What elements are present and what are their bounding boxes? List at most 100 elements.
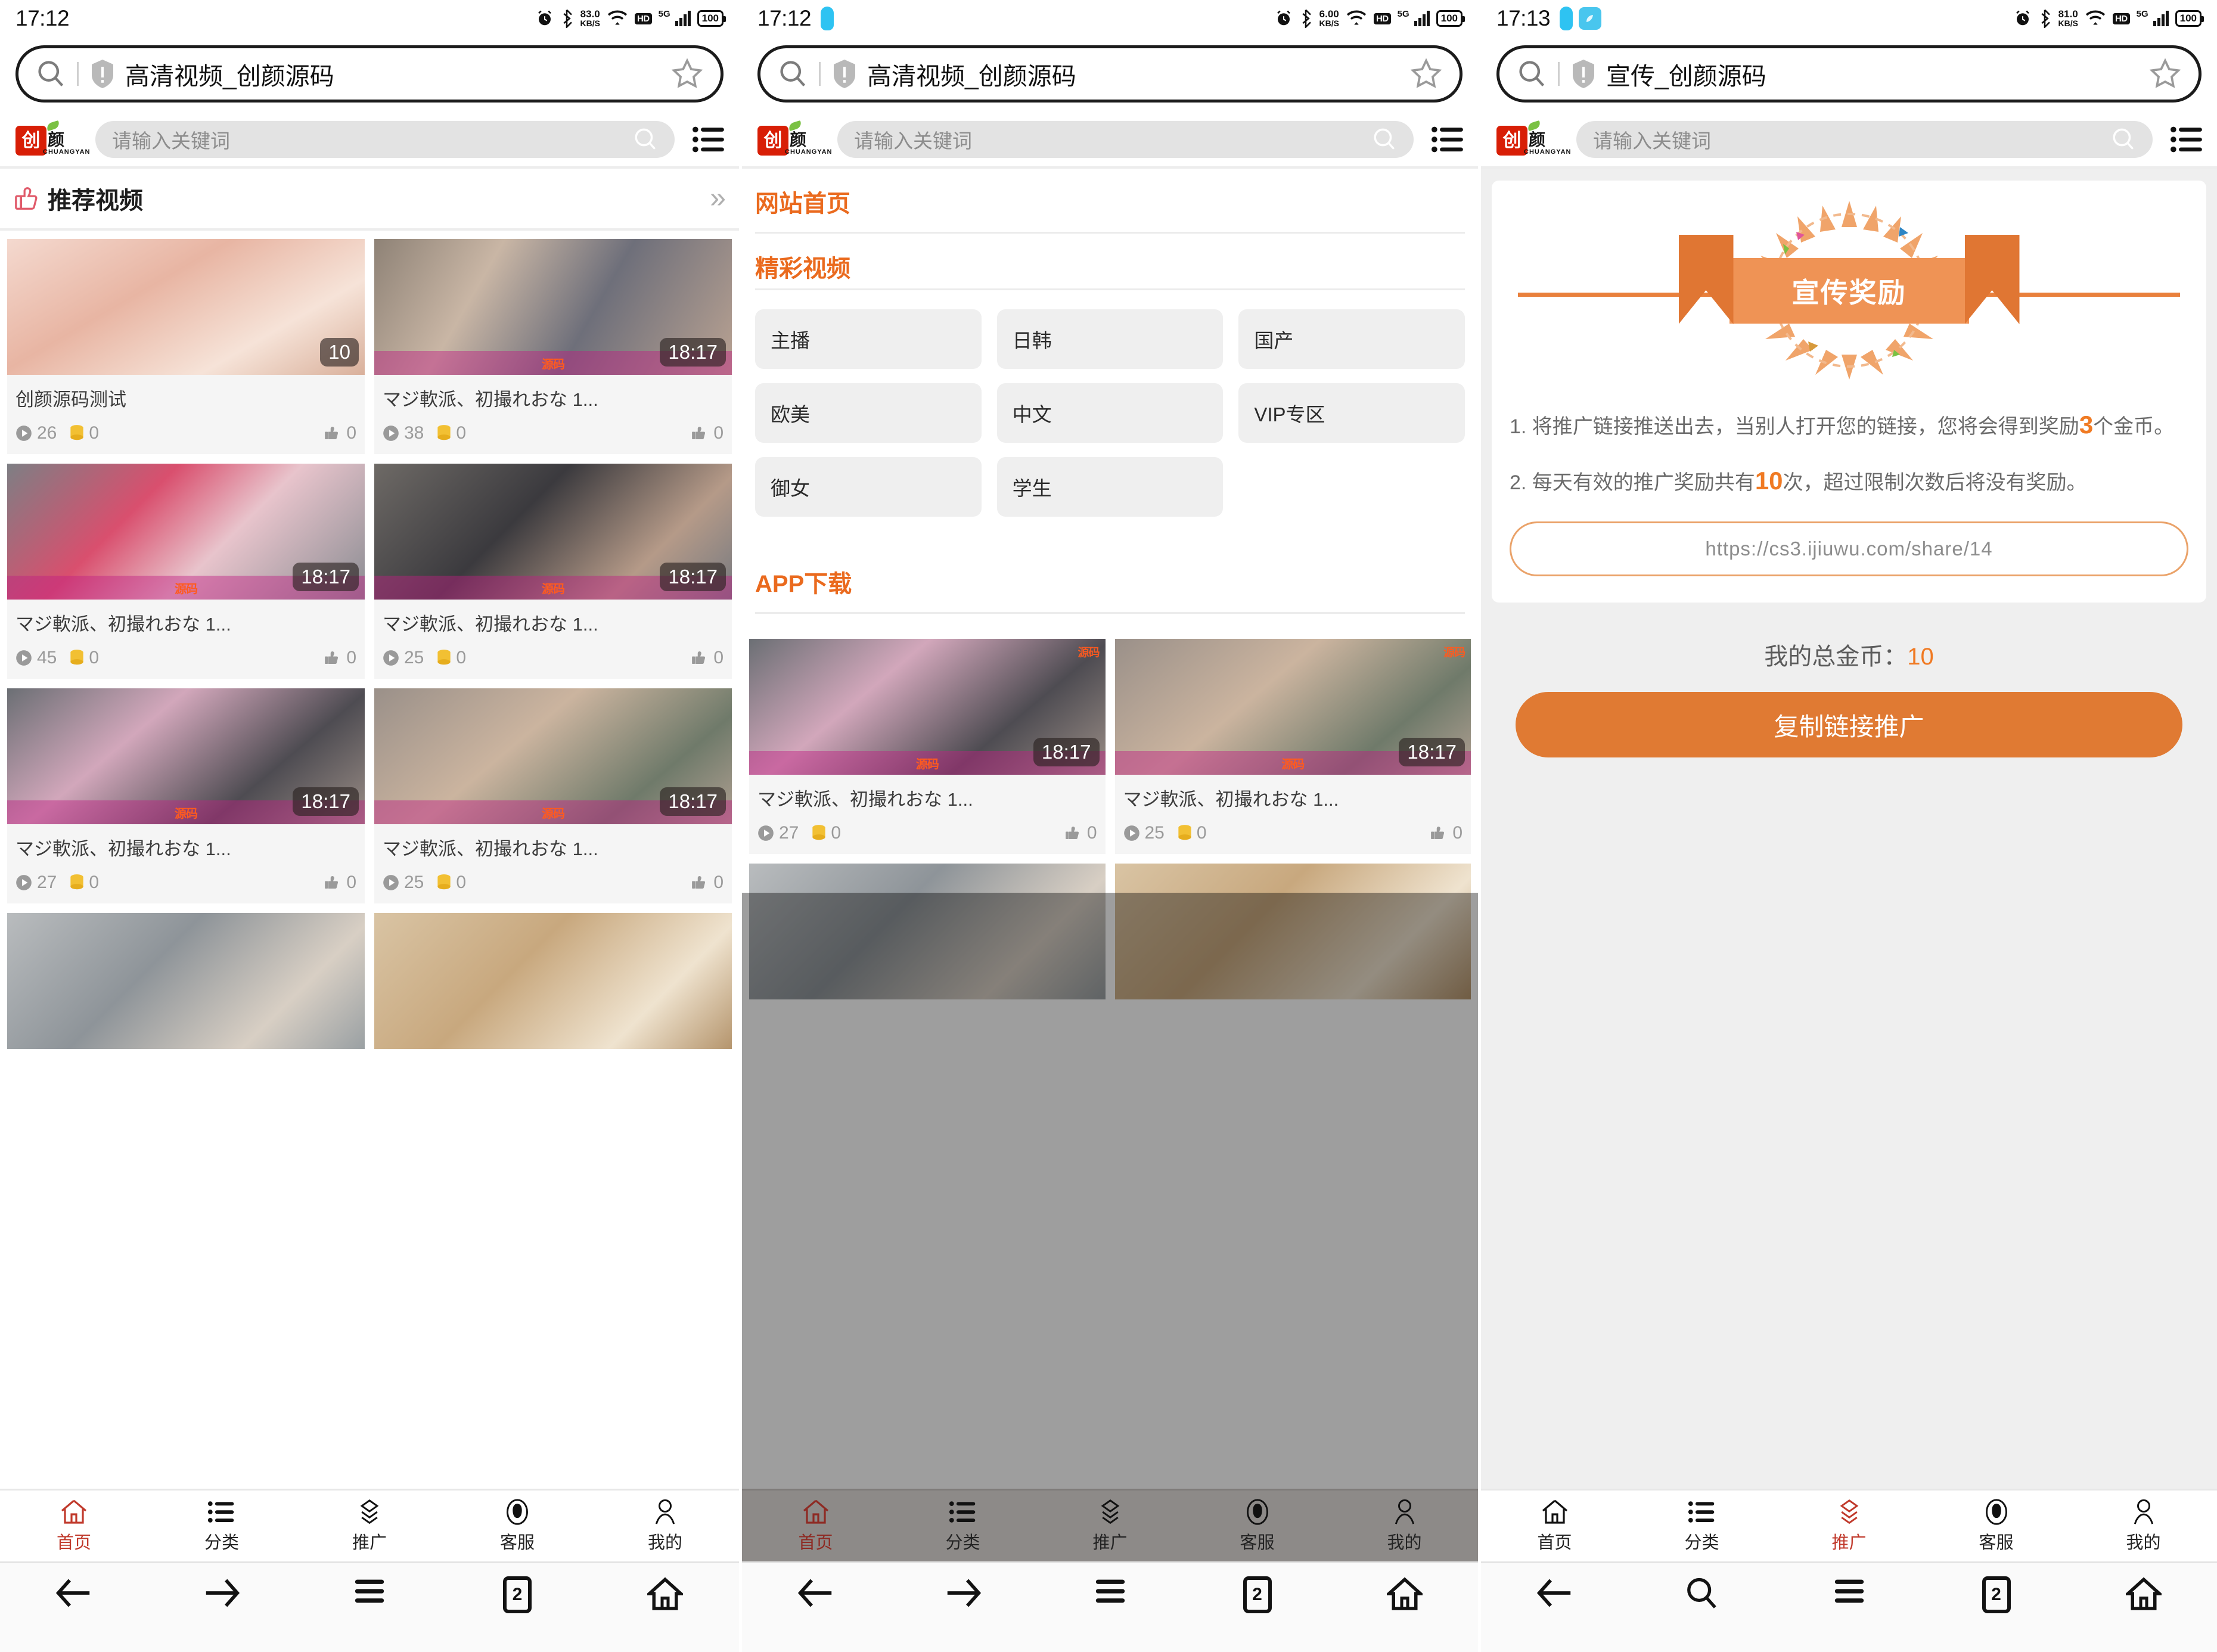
site-search-input[interactable]: 请输入关键词 (837, 121, 1414, 158)
search-icon[interactable] (633, 127, 658, 152)
browser-menu-button[interactable] (1036, 1576, 1184, 1606)
video-thumbnail[interactable]: 源码 18:17 (374, 688, 732, 824)
video-thumbnail[interactable]: 源码 源码 18:17 (749, 639, 1106, 775)
video-title[interactable]: マジ軟派、初撮れおな 1... (383, 384, 724, 411)
browser-back-button[interactable] (0, 1576, 148, 1610)
browser-tabs-button[interactable]: 2 (443, 1576, 591, 1613)
menu-icon[interactable] (691, 125, 726, 154)
site-search-input[interactable]: 请输入关键词 (95, 121, 675, 158)
tab-promote[interactable]: 推广 (1036, 1490, 1184, 1561)
shield-warning-icon[interactable] (831, 58, 858, 89)
category-chip[interactable]: VIP专区 (1238, 383, 1465, 443)
menu-icon[interactable] (1430, 125, 1465, 154)
video-card[interactable]: 源码 源码 18:17 マジ軟派、初撮れおな 1... 27 0 (749, 639, 1106, 854)
tab-categories[interactable]: 分类 (1628, 1490, 1775, 1561)
video-thumbnail[interactable]: 源码 18:17 (374, 239, 732, 375)
category-section-home[interactable]: 网站首页 (755, 169, 1465, 234)
video-card[interactable] (1115, 864, 1471, 999)
tab-categories[interactable]: 分类 (889, 1490, 1036, 1561)
video-thumbnail[interactable]: 源码 18:17 (374, 464, 732, 600)
video-thumbnail[interactable] (7, 913, 365, 1049)
video-card[interactable] (7, 913, 365, 1049)
category-section-title[interactable]: 网站首页 (755, 184, 1465, 219)
browser-tabs-button[interactable]: 2 (1923, 1576, 2070, 1613)
browser-home-button[interactable] (591, 1576, 739, 1611)
tab-mine[interactable]: 我的 (2070, 1490, 2217, 1561)
category-chip[interactable]: 欧美 (755, 383, 982, 443)
browser-forward-button[interactable] (148, 1576, 296, 1610)
category-section-title[interactable]: APP下载 (755, 564, 1465, 599)
tab-home[interactable]: 首页 (1481, 1490, 1628, 1561)
video-title[interactable]: マジ軟派、初撮れおな 1... (1123, 784, 1463, 811)
url-title[interactable]: 高清视频_创颜源码 (125, 56, 334, 92)
tab-promote[interactable]: 推广 (296, 1490, 443, 1561)
site-logo[interactable]: 创 颜CHUANGYAN (755, 121, 821, 158)
category-chip[interactable]: 主播 (755, 309, 982, 369)
browser-search-button[interactable] (1628, 1576, 1775, 1611)
search-icon[interactable] (2111, 127, 2136, 152)
category-chip[interactable]: 国产 (1238, 309, 1465, 369)
tab-home[interactable]: 首页 (0, 1490, 148, 1561)
menu-icon[interactable] (2169, 125, 2204, 154)
video-thumbnail[interactable]: 源码 源码 18:17 (1115, 639, 1471, 775)
search-icon[interactable] (35, 58, 66, 89)
url-title[interactable]: 宣传_创颜源码 (1606, 56, 1766, 92)
video-card[interactable]: 源码 18:17 マジ軟派、初撮れおな 1... 25 0 0 (374, 688, 732, 903)
star-icon[interactable] (2148, 57, 2182, 91)
tab-support[interactable]: 客服 (443, 1490, 591, 1561)
video-title[interactable]: マジ軟派、初撮れおな 1... (757, 784, 1097, 811)
copy-link-button[interactable]: 复制链接推广 (1516, 692, 2182, 757)
video-title[interactable]: 创颜源码测试 (15, 384, 356, 411)
category-section-app[interactable]: APP下载 (755, 549, 1465, 614)
video-card[interactable]: 源码 18:17 マジ軟派、初撮れおな 1... 45 0 0 (7, 464, 365, 679)
section-more-button[interactable]: » (710, 187, 726, 210)
site-logo[interactable]: 创 颜CHUANGYAN (13, 121, 79, 158)
browser-back-button[interactable] (742, 1576, 889, 1610)
browser-home-button[interactable] (2070, 1576, 2217, 1611)
tab-categories[interactable]: 分类 (148, 1490, 296, 1561)
star-icon[interactable] (670, 57, 704, 91)
video-title[interactable]: マジ軟派、初撮れおな 1... (15, 609, 356, 636)
browser-tabs-button[interactable]: 2 (1184, 1576, 1331, 1613)
video-thumbnail[interactable]: 源码 18:17 (7, 688, 365, 824)
browser-menu-button[interactable] (1775, 1576, 1923, 1606)
shield-warning-icon[interactable] (1570, 58, 1597, 89)
tab-mine[interactable]: 我的 (591, 1490, 739, 1561)
search-icon[interactable] (1372, 127, 1397, 152)
tab-support[interactable]: 客服 (1184, 1490, 1331, 1561)
star-icon[interactable] (1409, 57, 1443, 91)
share-link-field[interactable]: https://cs3.ijiuwu.com/share/14 (1510, 521, 2188, 576)
site-logo[interactable]: 创 颜CHUANGYAN (1494, 121, 1560, 158)
video-thumbnail[interactable]: 10 (7, 239, 365, 375)
video-card[interactable] (374, 913, 732, 1049)
video-title[interactable]: マジ軟派、初撮れおな 1... (383, 609, 724, 636)
tab-mine[interactable]: 我的 (1331, 1490, 1478, 1561)
search-icon[interactable] (777, 58, 808, 89)
tab-home[interactable]: 首页 (742, 1490, 889, 1561)
tab-promote[interactable]: 推广 (1775, 1490, 1923, 1561)
category-chip[interactable]: 中文 (997, 383, 1224, 443)
category-section-title[interactable]: 精彩视频 (755, 249, 1465, 284)
video-title[interactable]: マジ軟派、初撮れおな 1... (15, 834, 356, 861)
url-title[interactable]: 高清视频_创颜源码 (867, 56, 1076, 92)
tab-support[interactable]: 客服 (1923, 1490, 2070, 1561)
browser-menu-button[interactable] (296, 1576, 443, 1606)
category-chip[interactable]: 日韩 (997, 309, 1224, 369)
video-thumbnail[interactable] (1115, 864, 1471, 999)
video-thumbnail[interactable]: 源码 18:17 (7, 464, 365, 600)
site-search-input[interactable]: 请输入关键词 (1576, 121, 2153, 158)
browser-home-button[interactable] (1331, 1576, 1478, 1611)
video-card[interactable]: 10 创颜源码测试 26 0 0 (7, 239, 365, 454)
video-card[interactable]: 源码 18:17 マジ軟派、初撮れおな 1... 25 0 0 (374, 464, 732, 679)
browser-url-bar[interactable]: 高清视频_创颜源码 (757, 45, 1463, 103)
video-card[interactable] (749, 864, 1106, 999)
video-thumbnail[interactable] (374, 913, 732, 1049)
video-thumbnail[interactable] (749, 864, 1106, 999)
shield-warning-icon[interactable] (89, 58, 116, 89)
video-card[interactable]: 源码 18:17 マジ軟派、初撮れおな 1... 27 0 0 (7, 688, 365, 903)
video-title[interactable]: マジ軟派、初撮れおな 1... (383, 834, 724, 861)
browser-url-bar[interactable]: 宣传_创颜源码 (1496, 45, 2202, 103)
browser-url-bar[interactable]: 高清视频_创颜源码 (15, 45, 724, 103)
browser-back-button[interactable] (1481, 1576, 1628, 1610)
video-card[interactable]: 源码 18:17 マジ軟派、初撮れおな 1... 38 0 0 (374, 239, 732, 454)
